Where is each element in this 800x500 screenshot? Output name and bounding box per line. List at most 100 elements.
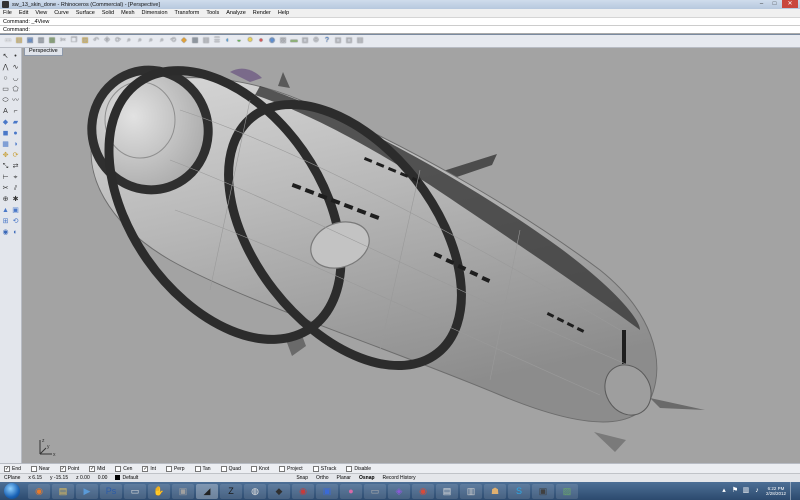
menu-analyze[interactable]: Analyze [226, 10, 246, 16]
osnap-checkbox[interactable]: ✓ [142, 465, 149, 472]
menu-surface[interactable]: Surface [76, 10, 95, 16]
osnap-knot[interactable]: Knot [250, 465, 269, 472]
save-icon[interactable]: ▣ [25, 36, 35, 46]
boolean-icon[interactable]: ◑ [11, 140, 20, 149]
hand-icon[interactable]: ✋ [148, 483, 170, 499]
polyline-icon[interactable]: ⋀ [1, 63, 10, 72]
ground-icon[interactable]: ▬ [289, 36, 299, 46]
light-icon[interactable]: ✹ [245, 36, 255, 46]
menu-dimension[interactable]: Dimension [142, 10, 168, 16]
osnap-tan[interactable]: Tan [194, 465, 211, 472]
zoom-icon[interactable]: ⌕ [124, 36, 134, 46]
media-icon[interactable]: ▶ [76, 483, 98, 499]
open-icon[interactable]: ▤ [14, 36, 24, 46]
app-doc-icon[interactable]: ▤ [436, 483, 458, 499]
scale-icon[interactable]: ⤡ [1, 162, 10, 171]
shade-icon[interactable]: ◐ [223, 36, 233, 46]
join-icon[interactable]: ⊕ [1, 195, 10, 204]
osnap-cen[interactable]: Cen [115, 465, 132, 472]
osnap-checkbox[interactable] [220, 465, 227, 472]
rhino-app-icon[interactable] [2, 1, 9, 8]
group-icon[interactable]: ▣ [11, 206, 20, 215]
menu-edit[interactable]: Edit [19, 10, 28, 16]
new-icon[interactable]: ▭ [3, 36, 13, 46]
select-arrow-icon[interactable]: ↖ [1, 52, 10, 61]
start-button[interactable] [4, 483, 20, 499]
minimize-button[interactable]: – [756, 0, 767, 8]
osnap-checkbox[interactable]: ✓ [59, 465, 66, 472]
undo-view-icon[interactable]: ⟲ [168, 36, 178, 46]
menu-tools[interactable]: Tools [206, 10, 219, 16]
menu-view[interactable]: View [35, 10, 47, 16]
extrude-icon[interactable]: ▰ [11, 118, 20, 127]
arc-icon[interactable]: ◡ [11, 74, 20, 83]
app-dark-icon[interactable]: ◆ [268, 483, 290, 499]
photoshop-icon[interactable]: Ps [100, 483, 122, 499]
osnap-quad[interactable]: Quad [220, 465, 241, 472]
record-history-toggle[interactable]: Record History [379, 475, 420, 481]
history-icon[interactable]: ⟲ [11, 217, 20, 226]
submarine-model[interactable] [22, 48, 800, 463]
grid-icon[interactable]: ▦ [190, 36, 200, 46]
render-tool-icon[interactable]: ◉ [1, 228, 10, 237]
mirror-icon[interactable]: ⇄ [11, 162, 20, 171]
analyze-icon[interactable]: ⌖ [11, 173, 20, 182]
app-doc2-icon[interactable]: ▥ [460, 483, 482, 499]
app-gray2-icon[interactable]: ▭ [364, 483, 386, 499]
rhino-icon[interactable]: ◢ [196, 483, 218, 499]
osnap-checkbox[interactable] [250, 465, 257, 472]
lock-icon[interactable]: ▲ [1, 206, 10, 215]
osnap-toggle[interactable]: Osnap [355, 475, 379, 481]
help-icon[interactable]: ? [322, 36, 332, 46]
texture-icon[interactable]: ▩ [278, 36, 288, 46]
zoom-window-icon[interactable]: ⌕ [135, 36, 145, 46]
properties-icon[interactable]: ☰ [212, 36, 222, 46]
menu-solid[interactable]: Solid [102, 10, 114, 16]
tool-b-icon[interactable]: ▣ [344, 36, 354, 46]
app-dark2-icon[interactable]: ▣ [532, 483, 554, 499]
ortho-toggle[interactable]: Ortho [312, 475, 333, 481]
fillet-icon[interactable]: ⌐ [11, 107, 20, 116]
sphere-icon[interactable]: ● [11, 129, 20, 138]
planar-toggle[interactable]: Planar [333, 475, 355, 481]
tool-a-icon[interactable]: ▣ [333, 36, 343, 46]
circle-icon[interactable]: ○ [1, 74, 10, 83]
render-icon[interactable]: ◒ [234, 36, 244, 46]
rotate-icon[interactable]: ⟳ [11, 151, 20, 160]
osnap-checkbox[interactable]: ✓ [89, 465, 96, 472]
explode-icon[interactable]: ✱ [11, 195, 20, 204]
osnap-checkbox[interactable] [346, 465, 353, 472]
app-gray-icon[interactable]: ▣ [172, 483, 194, 499]
layers-icon[interactable]: ▤ [201, 36, 211, 46]
maximize-button[interactable]: □ [769, 0, 780, 8]
print-icon[interactable]: ▥ [36, 36, 46, 46]
tray-volume-icon[interactable]: ♪ [753, 487, 761, 495]
pan-icon[interactable]: ✥ [102, 36, 112, 46]
osnap-checkbox[interactable] [194, 465, 201, 472]
app-red-icon[interactable]: ◉ [292, 483, 314, 499]
menu-mesh[interactable]: Mesh [121, 10, 134, 16]
tool-c-icon[interactable]: ▤ [355, 36, 365, 46]
osnap-checkbox[interactable] [165, 465, 172, 472]
firefox-icon[interactable]: ◉ [28, 483, 50, 499]
osnap-checkbox[interactable] [115, 465, 122, 472]
point-icon[interactable]: • [11, 52, 20, 61]
app-white-icon[interactable]: ▭ [124, 483, 146, 499]
app-hands-icon[interactable]: ☗ [484, 483, 506, 499]
tray-arrow-icon[interactable]: ▴ [720, 487, 728, 495]
menu-render[interactable]: Render [253, 10, 271, 16]
osnap-end[interactable]: ✓ End [4, 465, 21, 472]
array-icon[interactable]: ⊞ [1, 217, 10, 226]
menu-transform[interactable]: Transform [175, 10, 200, 16]
tray-flag-icon[interactable]: ⚑ [731, 487, 739, 495]
tray-network-icon[interactable]: ▥ [742, 487, 750, 495]
app-swirl-icon[interactable]: ◍ [244, 483, 266, 499]
app-blue-icon[interactable]: ▣ [316, 483, 338, 499]
material-icon[interactable]: ● [256, 36, 266, 46]
osnap-strack[interactable]: STrack [312, 465, 336, 472]
mesh-icon[interactable]: ▦ [1, 140, 10, 149]
close-button[interactable]: ✕ [782, 0, 798, 8]
skype-icon[interactable]: S [508, 483, 530, 499]
osnap-int[interactable]: ✓ Int [142, 465, 156, 472]
box-icon[interactable]: ◼ [1, 129, 10, 138]
